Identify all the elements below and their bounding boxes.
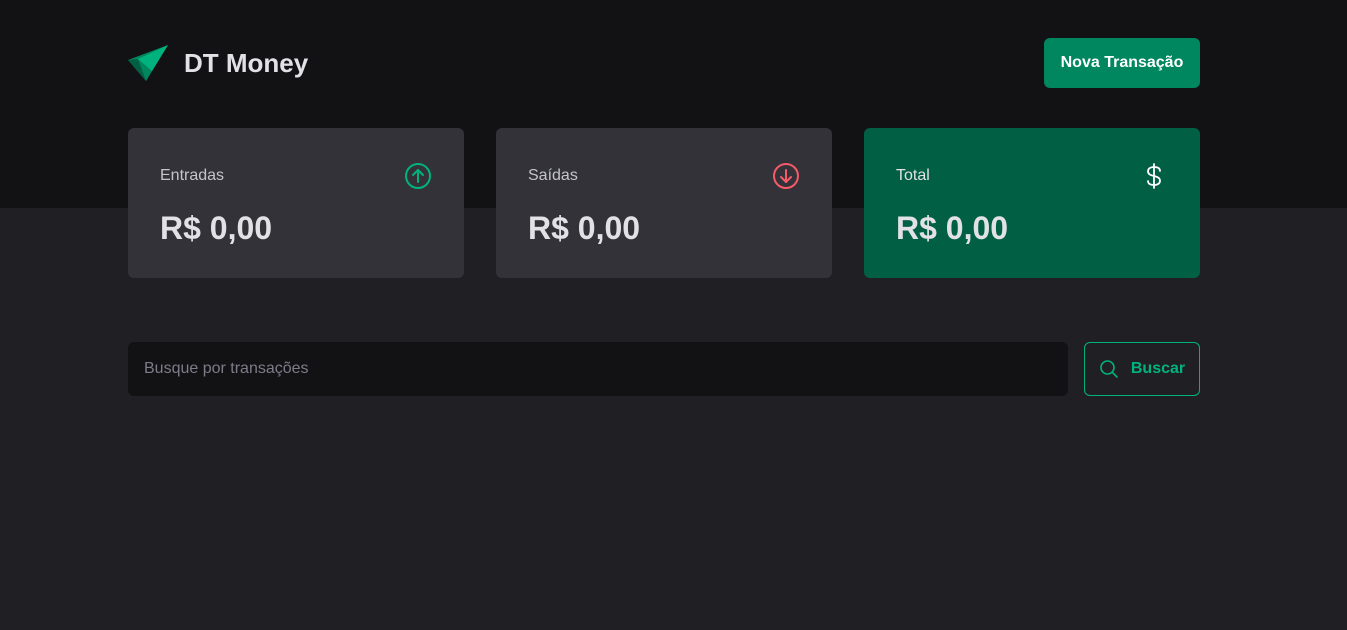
brand: DT Money bbox=[128, 45, 308, 81]
brand-name: DT Money bbox=[184, 47, 309, 78]
paper-plane-logo bbox=[128, 45, 168, 81]
new-transaction-button[interactable]: Nova Transação bbox=[1044, 38, 1200, 88]
outcome-label: Saídas bbox=[528, 167, 578, 184]
magnifying-glass-icon bbox=[1100, 360, 1118, 378]
search-form: Buscar bbox=[128, 342, 1200, 396]
income-label: Entradas bbox=[160, 167, 225, 184]
outcome-card: Saídas R$ 0,00 bbox=[496, 128, 832, 278]
arrow-circle-down-icon bbox=[773, 163, 799, 189]
income-value: R$ 0,00 bbox=[160, 210, 273, 246]
total-card: Total R$ 0,00 bbox=[864, 128, 1200, 278]
arrow-circle-up-icon bbox=[405, 163, 431, 189]
total-label: Total bbox=[896, 167, 930, 184]
search-button-label: Buscar bbox=[1130, 360, 1186, 377]
income-card: Entradas R$ 0,00 bbox=[128, 128, 464, 278]
outcome-value: R$ 0,00 bbox=[528, 210, 641, 246]
summary-cards: Entradas R$ 0,00 Saídas R$ 0,00 Total R$… bbox=[128, 128, 1200, 278]
search-input[interactable] bbox=[128, 342, 1068, 396]
currency-dollar-icon bbox=[1147, 163, 1161, 189]
total-value: R$ 0,00 bbox=[896, 210, 1009, 246]
app-header: DT Money Nova Transação bbox=[128, 38, 1200, 88]
search-button[interactable]: Buscar bbox=[1084, 342, 1200, 396]
